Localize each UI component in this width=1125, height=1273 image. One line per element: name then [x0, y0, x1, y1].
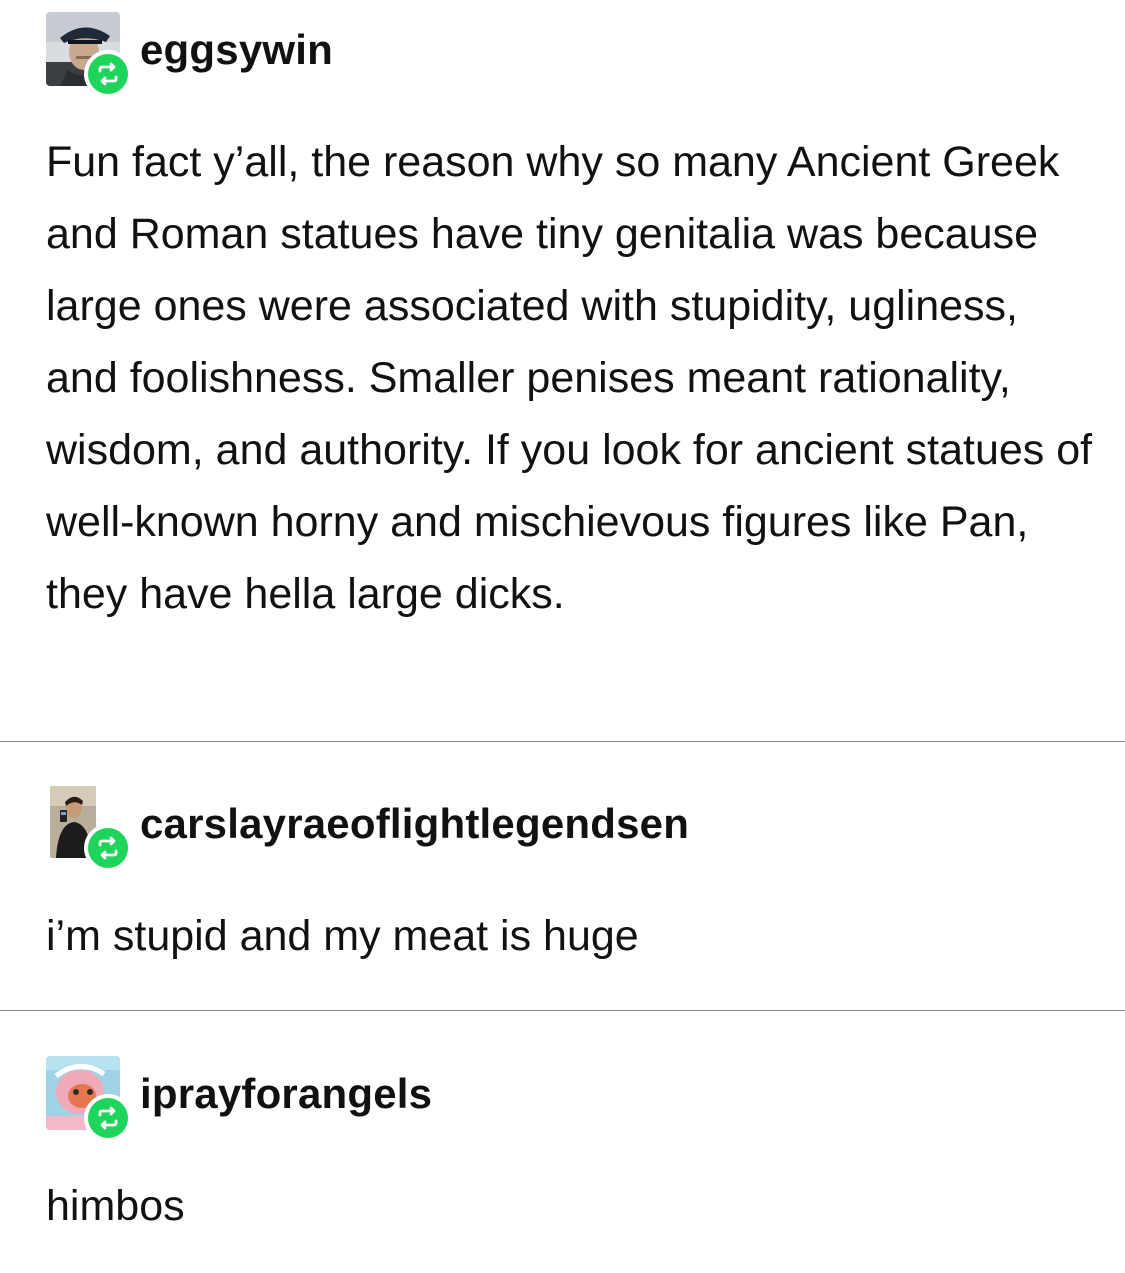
reblog-badge	[84, 1094, 132, 1142]
divider	[0, 1010, 1125, 1011]
reblog-icon	[98, 1106, 118, 1130]
username[interactable]: iprayforangels	[140, 1070, 432, 1118]
post-text: Fun fact y’all, the reason why so many A…	[46, 138, 1093, 618]
divider	[0, 741, 1125, 742]
reblog-badge	[84, 50, 132, 98]
post-text: himbos	[46, 1182, 185, 1230]
reblog-badge	[84, 824, 132, 872]
reblog-icon	[98, 62, 118, 86]
username[interactable]: carslayraeoflightlegendsen	[140, 800, 689, 848]
username[interactable]: eggsywin	[140, 26, 333, 74]
post-header: carslayraeoflightlegendsen	[46, 786, 1096, 872]
reblog-icon	[98, 836, 118, 860]
post-header: eggsywin	[46, 12, 1096, 98]
post-text: i’m stupid and my meat is huge	[46, 912, 639, 960]
post-header: iprayforangels	[46, 1056, 1096, 1142]
